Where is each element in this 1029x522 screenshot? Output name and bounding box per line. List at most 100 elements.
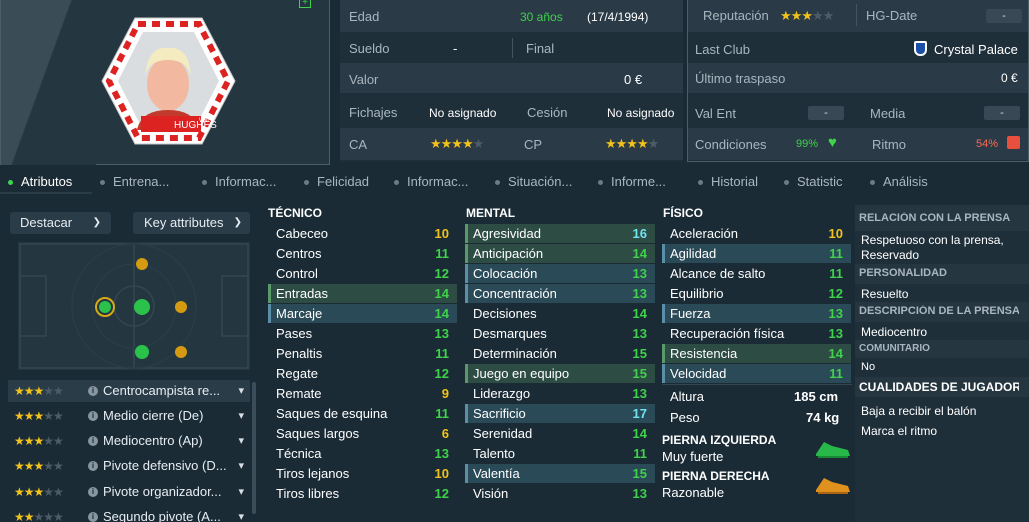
attribute-value: 13 — [632, 266, 647, 281]
chevron-down-icon[interactable]: ▾ — [238, 430, 244, 452]
attribute-row[interactable]: Sacrificio 17 — [465, 404, 655, 423]
attribute-row[interactable]: Tiros libres 12 — [268, 484, 457, 503]
height-label: Altura — [670, 389, 704, 404]
cp-stars: ★★★★★ — [605, 136, 659, 151]
tab-felicidad[interactable]: Felicidad — [304, 174, 369, 189]
height-value: 185 cm — [794, 389, 839, 404]
attribute-row[interactable]: Visión 13 — [465, 484, 655, 503]
attribute-row[interactable]: Talento 11 — [465, 444, 655, 463]
attribute-row[interactable]: Liderazgo 13 — [465, 384, 655, 403]
attribute-row[interactable]: Pases 13 — [268, 324, 457, 343]
role-item[interactable]: ★★★★★ i Mediocentro (Ap) ▾ — [8, 430, 250, 452]
attribute-row[interactable]: Concentración 13 — [465, 284, 655, 303]
attribute-row[interactable]: Serenidad 14 — [465, 424, 655, 443]
info-icon[interactable]: i — [88, 461, 98, 471]
attribute-value: 13 — [632, 486, 647, 501]
tab-informacion-2[interactable]: Informac... — [394, 174, 468, 189]
attribute-row[interactable]: Decisiones 14 — [465, 304, 655, 323]
tab-historial[interactable]: Historial — [698, 174, 758, 189]
attribute-value: 13 — [632, 386, 647, 401]
salary-value: - — [453, 41, 458, 56]
attribute-row[interactable]: Colocación 13 — [465, 264, 655, 283]
media-label: Media — [870, 106, 906, 121]
last-club-value: Crystal Palace — [934, 42, 1018, 57]
attribute-name: Remate — [276, 386, 322, 401]
rhythm-value: 54% — [976, 138, 999, 150]
role-item[interactable]: ★★★★★ i Medio cierre (De) ▾ — [8, 405, 250, 427]
tab-statistic[interactable]: Statistic — [784, 174, 843, 189]
info-icon[interactable]: i — [88, 512, 98, 522]
role-item[interactable]: ★★★★★ i Segundo pivote (A... ▾ — [8, 506, 250, 522]
transfers-label: Fichajes — [349, 105, 398, 120]
add-icon[interactable]: + — [299, 0, 311, 8]
info-icon[interactable]: i — [88, 411, 98, 421]
attribute-name: Concentración — [473, 286, 557, 301]
tab-entrenamiento[interactable]: Entrena... — [100, 174, 169, 189]
attribute-row[interactable]: Tiros lejanos 10 — [268, 464, 457, 483]
attribute-row[interactable]: Saques largos 6 — [268, 424, 457, 443]
tab-informacion[interactable]: Informac... — [202, 174, 276, 189]
key-attributes-dropdown[interactable]: Key attributes ❯ — [133, 212, 250, 234]
tab-analisis[interactable]: Análisis — [870, 174, 928, 189]
attribute-row[interactable]: Anticipación 14 — [465, 244, 655, 263]
role-stars: ★★★★★ — [14, 409, 64, 423]
role-item[interactable]: ★★★★★ i Pivote defensivo (D... ▾ — [8, 455, 250, 477]
role-item[interactable]: ★★★★★ i Pivote organizador... ▾ — [8, 481, 250, 503]
salary-label: Sueldo — [349, 41, 390, 56]
attribute-name: Pases — [276, 326, 313, 341]
info-icon[interactable]: i — [88, 487, 98, 497]
attribute-row[interactable]: Centros 11 — [268, 244, 457, 263]
tab-atributos[interactable]: Atributos — [8, 174, 72, 189]
heart-icon: ♥ — [828, 134, 837, 151]
attribute-row[interactable]: Regate 12 — [268, 364, 457, 383]
chevron-down-icon[interactable]: ▾ — [238, 455, 244, 477]
attribute-value: 14 — [434, 286, 449, 301]
attribute-row[interactable]: Agilidad 11 — [662, 244, 851, 263]
attribute-row[interactable]: Recuperación física 13 — [662, 324, 851, 343]
attribute-value: 11 — [829, 266, 843, 281]
chevron-down-icon[interactable]: ▾ — [238, 380, 244, 402]
tab-situacion[interactable]: Situación... — [495, 174, 572, 189]
highlight-dropdown[interactable]: Destacar ❯ — [10, 212, 111, 234]
roles-scrollbar[interactable] — [252, 382, 256, 514]
attribute-row[interactable]: Control 12 — [268, 264, 457, 283]
info-icon[interactable]: i — [88, 436, 98, 446]
attribute-value: 11 — [435, 246, 449, 261]
attribute-name: Agilidad — [670, 246, 717, 261]
attribute-name: Saques largos — [276, 426, 360, 441]
attribute-row[interactable]: Marcaje 14 — [268, 304, 457, 323]
attribute-row[interactable]: Agresividad 16 — [465, 224, 655, 243]
attribute-row[interactable]: Entradas 14 — [268, 284, 457, 303]
attribute-value: 16 — [632, 226, 647, 241]
attribute-row[interactable]: Aceleración 10 — [662, 224, 851, 243]
chevron-down-icon[interactable]: ▾ — [238, 506, 244, 522]
role-item[interactable]: ★★★★★ i Centrocampista re... ▾ — [8, 380, 250, 402]
attribute-row[interactable]: Determinación 15 — [465, 344, 655, 363]
attribute-value: 10 — [434, 466, 449, 481]
role-stars: ★★★★★ — [14, 485, 64, 499]
attribute-row[interactable]: Resistencia 14 — [662, 344, 851, 363]
attribute-value: 11 — [829, 366, 843, 381]
attribute-row[interactable]: Velocidad 11 — [662, 364, 851, 383]
chevron-down-icon[interactable]: ▾ — [238, 405, 244, 427]
attribute-row[interactable]: Juego en equipo 15 — [465, 364, 655, 383]
chevron-down-icon[interactable]: ▾ — [238, 481, 244, 503]
press-heading: RELACIÓN CON LA PRENSA — [859, 212, 1011, 224]
attribute-row[interactable]: Desmarques 13 — [465, 324, 655, 343]
attribute-row[interactable]: Penaltis 11 — [268, 344, 457, 363]
val-ent-value: - — [808, 106, 844, 120]
attribute-name: Valentía — [473, 466, 520, 481]
community-heading: COMUNITARIO — [859, 343, 930, 354]
attribute-row[interactable]: Alcance de salto 11 — [662, 264, 851, 283]
attribute-row[interactable]: Cabeceo 10 — [268, 224, 457, 243]
attribute-row[interactable]: Valentía 15 — [465, 464, 655, 483]
info-icon[interactable]: i — [88, 386, 98, 396]
left-foot-value: Muy fuerte — [662, 449, 724, 464]
attribute-row[interactable]: Técnica 13 — [268, 444, 457, 463]
attribute-row[interactable]: Fuerza 13 — [662, 304, 851, 323]
attribute-row[interactable]: Remate 9 — [268, 384, 457, 403]
attribute-row[interactable]: Equilibrio 12 — [662, 284, 851, 303]
media-value: - — [984, 106, 1020, 120]
attribute-row[interactable]: Saques de esquina 11 — [268, 404, 457, 423]
tab-informe[interactable]: Informe... — [598, 174, 666, 189]
